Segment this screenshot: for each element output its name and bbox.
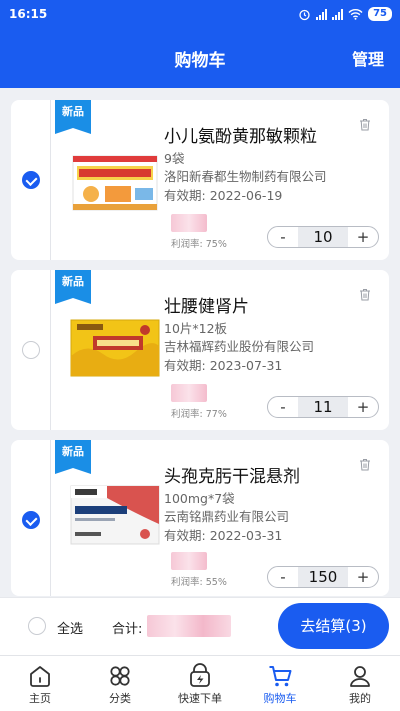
increase-button[interactable]: +	[348, 227, 378, 247]
quantity-stepper: - 11 +	[267, 396, 379, 418]
price-redacted	[171, 384, 207, 402]
select-all-checkbox[interactable]	[28, 617, 46, 635]
profit-label: 利润率:	[171, 577, 203, 588]
profit-rate: 利润率: 55%	[171, 574, 227, 588]
product-manufacturer: 洛阳新春都生物制药有限公司	[164, 169, 327, 184]
status-icons: 75	[298, 7, 392, 21]
manage-button[interactable]: 管理	[352, 46, 384, 70]
product-spec: 10片*12板	[164, 321, 228, 336]
tab-label: 购物车	[263, 692, 297, 705]
cart-item-checkbox[interactable]	[22, 171, 40, 189]
tab-label: 分类	[109, 692, 131, 705]
cart-item-checkbox[interactable]	[22, 511, 40, 529]
cart-item: 新品 头孢克肟干混悬剂 100mg*7袋 云南铭鼎药业有限公司 有效期: 202…	[11, 440, 389, 596]
quantity-value[interactable]: 150	[298, 567, 348, 587]
quantity-value[interactable]: 10	[298, 227, 348, 247]
checkout-button[interactable]: 去结算(3)	[278, 603, 389, 649]
alarm-icon	[299, 9, 310, 20]
product-manufacturer: 吉林福辉药业股份有限公司	[164, 339, 315, 354]
expiry-date: 2023-07-31	[209, 358, 283, 373]
quick-order-icon	[190, 663, 210, 687]
app-header: 16:15 75 购物车 管理	[0, 0, 400, 88]
cart-item: 新品 小儿氨酚黄那敏颗粒 9袋 洛阳新春都生物制药有限公司 有效期: 2022-…	[11, 100, 389, 260]
trash-icon[interactable]	[359, 458, 371, 471]
bottom-tab-bar: 主页 分类 快速下单 购物车 我的	[0, 655, 400, 711]
tab-category[interactable]: 分类	[80, 656, 160, 711]
profit-value: 55%	[205, 577, 227, 588]
product-spec: 100mg*7袋	[164, 491, 235, 506]
product-expiry: 有效期: 2022-03-31	[164, 525, 282, 544]
home-icon	[30, 666, 50, 687]
status-bar: 16:15 75	[0, 0, 400, 28]
profile-icon	[350, 666, 370, 687]
tab-quick-order[interactable]: 快速下单	[160, 656, 240, 711]
title-bar: 购物车 管理	[0, 28, 400, 88]
new-product-badge: 新品	[55, 270, 91, 304]
tab-label: 快速下单	[178, 692, 222, 705]
profit-label: 利润率:	[171, 409, 203, 420]
product-name[interactable]: 小儿氨酚黄那敏颗粒	[164, 122, 317, 147]
cart-icon	[269, 666, 292, 687]
product-image[interactable]	[67, 316, 163, 378]
decrease-button[interactable]: -	[268, 227, 298, 247]
price-redacted	[171, 552, 207, 570]
product-image[interactable]	[67, 152, 163, 214]
profit-rate: 利润率: 77%	[171, 406, 227, 420]
total-label: 合计:	[112, 622, 143, 637]
battery-indicator: 75	[368, 7, 392, 21]
expiry-label: 有效期:	[164, 528, 206, 543]
profit-label: 利润率:	[171, 239, 203, 250]
status-time: 16:15	[9, 7, 48, 21]
profit-value: 75%	[205, 239, 227, 250]
trash-icon[interactable]	[359, 288, 371, 301]
quantity-value[interactable]: 11	[298, 397, 348, 417]
signal-icon	[316, 8, 328, 20]
price-redacted	[171, 214, 207, 232]
total-amount-redacted	[147, 615, 231, 637]
new-product-badge: 新品	[55, 440, 91, 474]
category-icon	[110, 666, 130, 686]
tab-home[interactable]: 主页	[0, 656, 80, 711]
new-product-badge: 新品	[55, 100, 91, 134]
product-expiry: 有效期: 2023-07-31	[164, 355, 282, 374]
tab-profile[interactable]: 我的	[320, 656, 400, 711]
decrease-button[interactable]: -	[268, 567, 298, 587]
quantity-stepper: - 150 +	[267, 566, 379, 588]
expiry-date: 2022-06-19	[209, 188, 283, 203]
page-title: 购物车	[174, 51, 226, 71]
product-image[interactable]	[67, 484, 163, 546]
tab-cart[interactable]: 购物车	[240, 656, 320, 711]
product-name[interactable]: 头孢克肟干混悬剂	[164, 462, 300, 487]
select-all-label[interactable]: 全选	[57, 618, 83, 637]
decrease-button[interactable]: -	[268, 397, 298, 417]
quantity-stepper: - 10 +	[267, 226, 379, 248]
expiry-label: 有效期:	[164, 358, 206, 373]
increase-button[interactable]: +	[348, 397, 378, 417]
increase-button[interactable]: +	[348, 567, 378, 587]
tab-label: 主页	[29, 692, 51, 705]
expiry-date: 2022-03-31	[209, 528, 283, 543]
expiry-label: 有效期:	[164, 188, 206, 203]
profit-value: 77%	[205, 409, 227, 420]
product-name[interactable]: 壮腰健肾片	[164, 292, 249, 317]
product-manufacturer: 云南铭鼎药业有限公司	[164, 509, 290, 524]
profit-rate: 利润率: 75%	[171, 236, 227, 250]
checkout-summary-bar: 全选 合计: 去结算(3)	[0, 597, 400, 655]
wifi-icon	[348, 9, 363, 20]
cart-item: 新品 壮腰健肾片 10片*12板 吉林福辉药业股份有限公司 有效期: 2023-…	[11, 270, 389, 430]
cart-item-checkbox[interactable]	[22, 341, 40, 359]
product-spec: 9袋	[164, 151, 185, 166]
signal-icon	[332, 8, 344, 20]
trash-icon[interactable]	[359, 118, 371, 131]
product-expiry: 有效期: 2022-06-19	[164, 185, 282, 204]
tab-label: 我的	[349, 692, 371, 705]
